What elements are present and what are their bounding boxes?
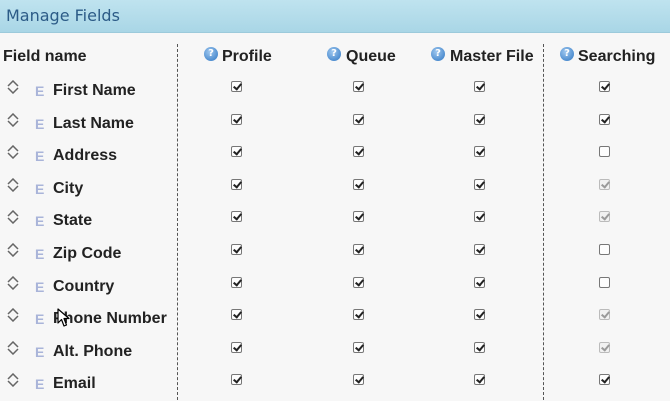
profile-checkbox[interactable] xyxy=(231,81,242,92)
header-queue: Queue xyxy=(346,48,396,65)
queue-checkbox[interactable] xyxy=(353,244,364,255)
field-row: E State xyxy=(0,205,670,238)
searching-checkbox[interactable] xyxy=(599,374,610,386)
master-file-checkbox[interactable] xyxy=(474,276,485,288)
profile-checkbox[interactable] xyxy=(231,113,242,125)
master-file-checkbox[interactable] xyxy=(474,178,485,190)
edit-marker[interactable]: E xyxy=(35,311,44,327)
sort-arrows-icon[interactable] xyxy=(6,373,20,388)
searching-checkbox[interactable] xyxy=(599,146,610,158)
searching-checkbox[interactable] xyxy=(599,113,610,125)
field-row: E Last Name xyxy=(0,108,670,141)
field-row: E First Name xyxy=(0,75,670,108)
profile-checkbox[interactable] xyxy=(231,211,242,223)
field-label: Email xyxy=(53,375,96,393)
question-circle-icon[interactable]: ? xyxy=(327,47,341,61)
field-row: E Zip Code xyxy=(0,238,670,271)
field-row: E Alt. Phone xyxy=(0,336,670,369)
sort-arrows-icon[interactable] xyxy=(6,308,20,323)
profile-checkbox[interactable] xyxy=(231,178,242,190)
searching-checkbox xyxy=(599,211,610,223)
sort-arrows-icon[interactable] xyxy=(6,80,20,94)
field-label: Zip Code xyxy=(53,245,122,262)
master-file-checkbox[interactable] xyxy=(474,244,485,255)
edit-marker[interactable]: E xyxy=(35,246,44,262)
sort-arrows-icon[interactable] xyxy=(6,340,20,355)
edit-marker[interactable]: E xyxy=(35,116,44,132)
edit-marker[interactable]: E xyxy=(35,83,44,99)
question-circle-icon[interactable]: ? xyxy=(560,47,574,61)
searching-checkbox[interactable] xyxy=(599,276,610,288)
queue-checkbox[interactable] xyxy=(353,113,364,125)
header-field-name: Field name xyxy=(3,48,87,65)
profile-checkbox[interactable] xyxy=(231,146,242,158)
searching-checkbox xyxy=(599,341,610,353)
profile-checkbox[interactable] xyxy=(231,341,242,353)
header-master-file: Master File xyxy=(450,48,534,65)
searching-checkbox xyxy=(599,178,610,190)
sort-arrows-icon[interactable] xyxy=(6,112,20,127)
sort-arrows-icon[interactable] xyxy=(6,243,20,257)
sort-arrows-icon[interactable] xyxy=(6,275,20,290)
searching-checkbox xyxy=(599,309,610,321)
field-row: E Phone Number xyxy=(0,303,670,336)
master-file-checkbox[interactable] xyxy=(474,113,485,125)
queue-checkbox[interactable] xyxy=(353,146,364,158)
field-label: Country xyxy=(53,277,115,295)
question-circle-icon[interactable]: ? xyxy=(431,47,445,61)
mouse-pointer-icon xyxy=(57,308,70,327)
header-searching: Searching xyxy=(578,48,656,65)
field-label: Last Name xyxy=(53,114,134,132)
searching-checkbox[interactable] xyxy=(599,81,610,92)
profile-checkbox[interactable] xyxy=(231,309,242,321)
edit-marker[interactable]: E xyxy=(35,279,44,295)
queue-checkbox[interactable] xyxy=(353,309,364,321)
master-file-checkbox[interactable] xyxy=(474,309,485,321)
sort-arrows-icon[interactable] xyxy=(6,177,20,192)
edit-marker[interactable]: E xyxy=(35,148,44,164)
master-file-checkbox[interactable] xyxy=(474,146,485,158)
sort-arrows-icon[interactable] xyxy=(6,210,20,225)
field-row: E Email xyxy=(0,368,670,401)
searching-checkbox[interactable] xyxy=(599,244,610,255)
edit-marker[interactable]: E xyxy=(35,181,44,197)
queue-checkbox[interactable] xyxy=(353,276,364,288)
panel-title-bar: Manage Fields xyxy=(0,0,670,33)
field-label: State xyxy=(53,212,93,230)
profile-checkbox[interactable] xyxy=(231,244,242,255)
question-circle-icon[interactable]: ? xyxy=(204,47,218,61)
master-file-checkbox[interactable] xyxy=(474,81,485,92)
panel-title: Manage Fields xyxy=(6,6,120,25)
edit-marker[interactable]: E xyxy=(35,213,44,229)
master-file-checkbox[interactable] xyxy=(474,374,485,386)
field-label: City xyxy=(53,179,84,197)
sort-arrows-icon[interactable] xyxy=(6,145,20,160)
header-profile: Profile xyxy=(222,48,272,65)
queue-checkbox[interactable] xyxy=(353,211,364,223)
field-label: Alt. Phone xyxy=(53,342,133,360)
queue-checkbox[interactable] xyxy=(353,178,364,190)
edit-marker[interactable]: E xyxy=(35,376,44,392)
profile-checkbox[interactable] xyxy=(231,276,242,288)
master-file-checkbox[interactable] xyxy=(474,211,485,223)
queue-checkbox[interactable] xyxy=(353,341,364,353)
master-file-checkbox[interactable] xyxy=(474,341,485,353)
queue-checkbox[interactable] xyxy=(353,81,364,92)
field-row: E City xyxy=(0,173,670,206)
profile-checkbox[interactable] xyxy=(231,374,242,386)
field-row: E Country xyxy=(0,271,670,304)
field-label: Address xyxy=(53,147,118,165)
edit-marker[interactable]: E xyxy=(35,344,44,360)
queue-checkbox[interactable] xyxy=(353,374,364,386)
field-label: First Name xyxy=(53,82,136,99)
field-row: E Address xyxy=(0,140,670,173)
